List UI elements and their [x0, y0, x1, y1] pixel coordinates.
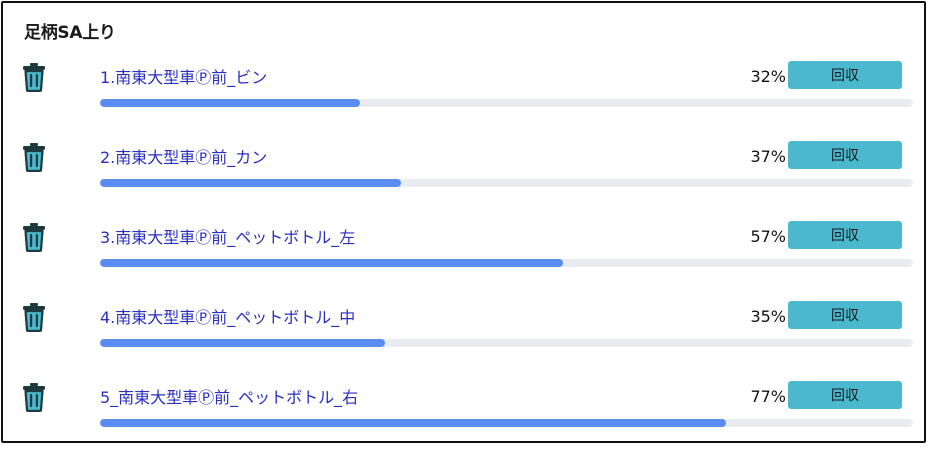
- fill-percent: 77%: [750, 387, 786, 406]
- progress-track: [100, 419, 913, 427]
- bin-row: 4.南東大型車Ⓟ前_ペットボトル_中 35% 回収: [3, 301, 924, 381]
- collect-button[interactable]: 回収: [788, 141, 902, 169]
- bin-row: 2.南東大型車Ⓟ前_カン 37% 回収: [3, 141, 924, 221]
- collect-button[interactable]: 回収: [788, 61, 902, 89]
- trash-icon[interactable]: [22, 142, 46, 173]
- trash-icon[interactable]: [22, 62, 46, 93]
- trash-icon[interactable]: [22, 222, 46, 253]
- progress-fill: [100, 339, 385, 347]
- fill-percent: 57%: [750, 227, 786, 246]
- panel-title: 足柄SA上り: [24, 23, 116, 43]
- bin-row: 3.南東大型車Ⓟ前_ペットボトル_左 57% 回収: [3, 221, 924, 301]
- fill-percent: 35%: [750, 307, 786, 326]
- collect-button[interactable]: 回収: [788, 301, 902, 329]
- progress-fill: [100, 99, 361, 107]
- trash-icon[interactable]: [22, 382, 46, 413]
- bin-row: 1.南東大型車Ⓟ前_ビン 32% 回収: [3, 61, 924, 141]
- fill-percent: 32%: [750, 67, 786, 86]
- bin-label[interactable]: 5_南東大型車Ⓟ前_ペットボトル_右: [100, 384, 358, 408]
- fill-percent: 37%: [750, 147, 786, 166]
- progress-track: [100, 99, 913, 107]
- bin-label[interactable]: 2.南東大型車Ⓟ前_カン: [100, 144, 267, 168]
- bin-label[interactable]: 1.南東大型車Ⓟ前_ビン: [100, 64, 267, 88]
- bin-row: 5_南東大型車Ⓟ前_ペットボトル_右 77% 回収: [3, 381, 924, 461]
- collect-button[interactable]: 回収: [788, 221, 902, 249]
- collect-button[interactable]: 回収: [788, 381, 902, 409]
- bin-label[interactable]: 3.南東大型車Ⓟ前_ペットボトル_左: [100, 224, 355, 248]
- progress-fill: [100, 179, 401, 187]
- location-panel: 足柄SA上り 1.南東大型車Ⓟ前_ビン 32% 回収 2.南東大型車Ⓟ前_カン …: [1, 1, 926, 443]
- progress-track: [100, 179, 913, 187]
- trash-icon[interactable]: [22, 302, 46, 333]
- progress-track: [100, 339, 913, 347]
- progress-fill: [100, 259, 564, 267]
- progress-fill: [100, 419, 726, 427]
- progress-track: [100, 259, 913, 267]
- bin-label[interactable]: 4.南東大型車Ⓟ前_ペットボトル_中: [100, 304, 355, 328]
